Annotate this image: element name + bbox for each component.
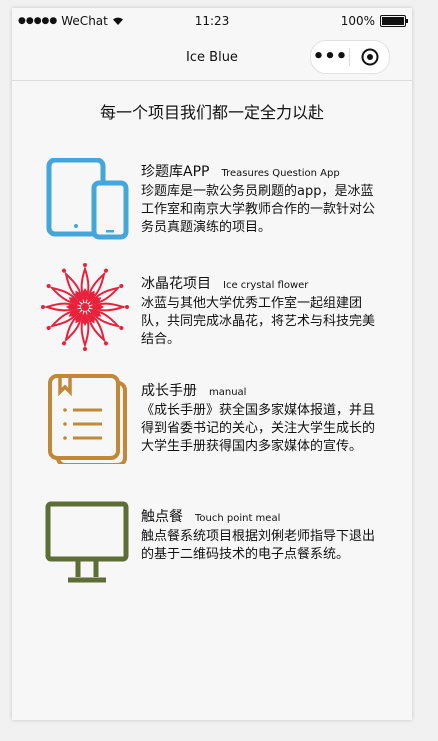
project-title-row: 成长手册 manual (141, 380, 385, 400)
project-text: 成长手册 manual 《成长手册》获全国多家媒体报道，并且得到省委书记的关心，… (141, 380, 385, 456)
status-right: 100% (340, 14, 408, 28)
monitor-icon (40, 500, 130, 590)
project-description: 触点餐系统项目根据刘俐老师指导下退出的基于二维码技术的电子点餐系统。 (141, 529, 376, 562)
phone-screen: ●●●●● WeChat 11:23 100% Ice Blue ••• 每一个… (12, 8, 412, 720)
project-title-row: 触点餐 Touch point meal (141, 506, 385, 526)
project-title: 成长手册 (141, 383, 197, 399)
target-circle-icon (361, 48, 378, 66)
battery-percent: 100% (340, 14, 375, 28)
headline: 每一个项目我们都一定全力以赴 (99, 103, 324, 122)
tablet-phone-icon (40, 157, 130, 248)
project-title: 珍题库APP (141, 164, 210, 180)
project-subtitle: Treasures Question App (221, 168, 340, 179)
more-dots-icon[interactable]: ••• (311, 48, 349, 66)
close-button[interactable] (350, 47, 389, 67)
project-title: 触点餐 (141, 509, 183, 525)
status-bar: ●●●●● WeChat 11:23 100% (12, 8, 412, 34)
project-description: 珍题库是一款公务员刷题的app，是冰蓝工作室和南京大学教师合作的一款针对公务员真… (141, 184, 376, 235)
project-description: 冰蓝与其他大学优秀工作室一起组建团队，共同完成冰晶花，将艺术与科技完美结合。 (141, 296, 376, 347)
manual-book-icon (40, 374, 130, 467)
project-text: 冰晶花项目 Ice crystal flower 冰蓝与其他大学优秀工作室一起组… (141, 273, 385, 349)
project-text: 触点餐 Touch point meal 触点餐系统项目根据刘俐老师指导下退出的… (141, 506, 385, 564)
project-title: 冰晶花项目 (141, 276, 211, 292)
mini-program-capsule: ••• (310, 40, 390, 74)
project-title-row: 冰晶花项目 Ice crystal flower (141, 273, 385, 293)
project-subtitle: manual (209, 387, 247, 398)
project-description: 《成长手册》获全国多家媒体报道，并且得到省委书记的关心，关注大学生成长的大学生手… (141, 403, 376, 454)
project-title-row: 珍题库APP Treasures Question App (141, 161, 385, 181)
project-subtitle: Touch point meal (195, 513, 281, 524)
battery-icon (380, 15, 408, 27)
project-text: 珍题库APP Treasures Question App 珍题库是一款公务员刷… (141, 161, 385, 237)
nav-bar: Ice Blue ••• (12, 34, 412, 81)
ice-crystal-flower-icon (40, 261, 130, 351)
project-subtitle: Ice crystal flower (223, 280, 309, 291)
battery-fill (382, 17, 404, 25)
